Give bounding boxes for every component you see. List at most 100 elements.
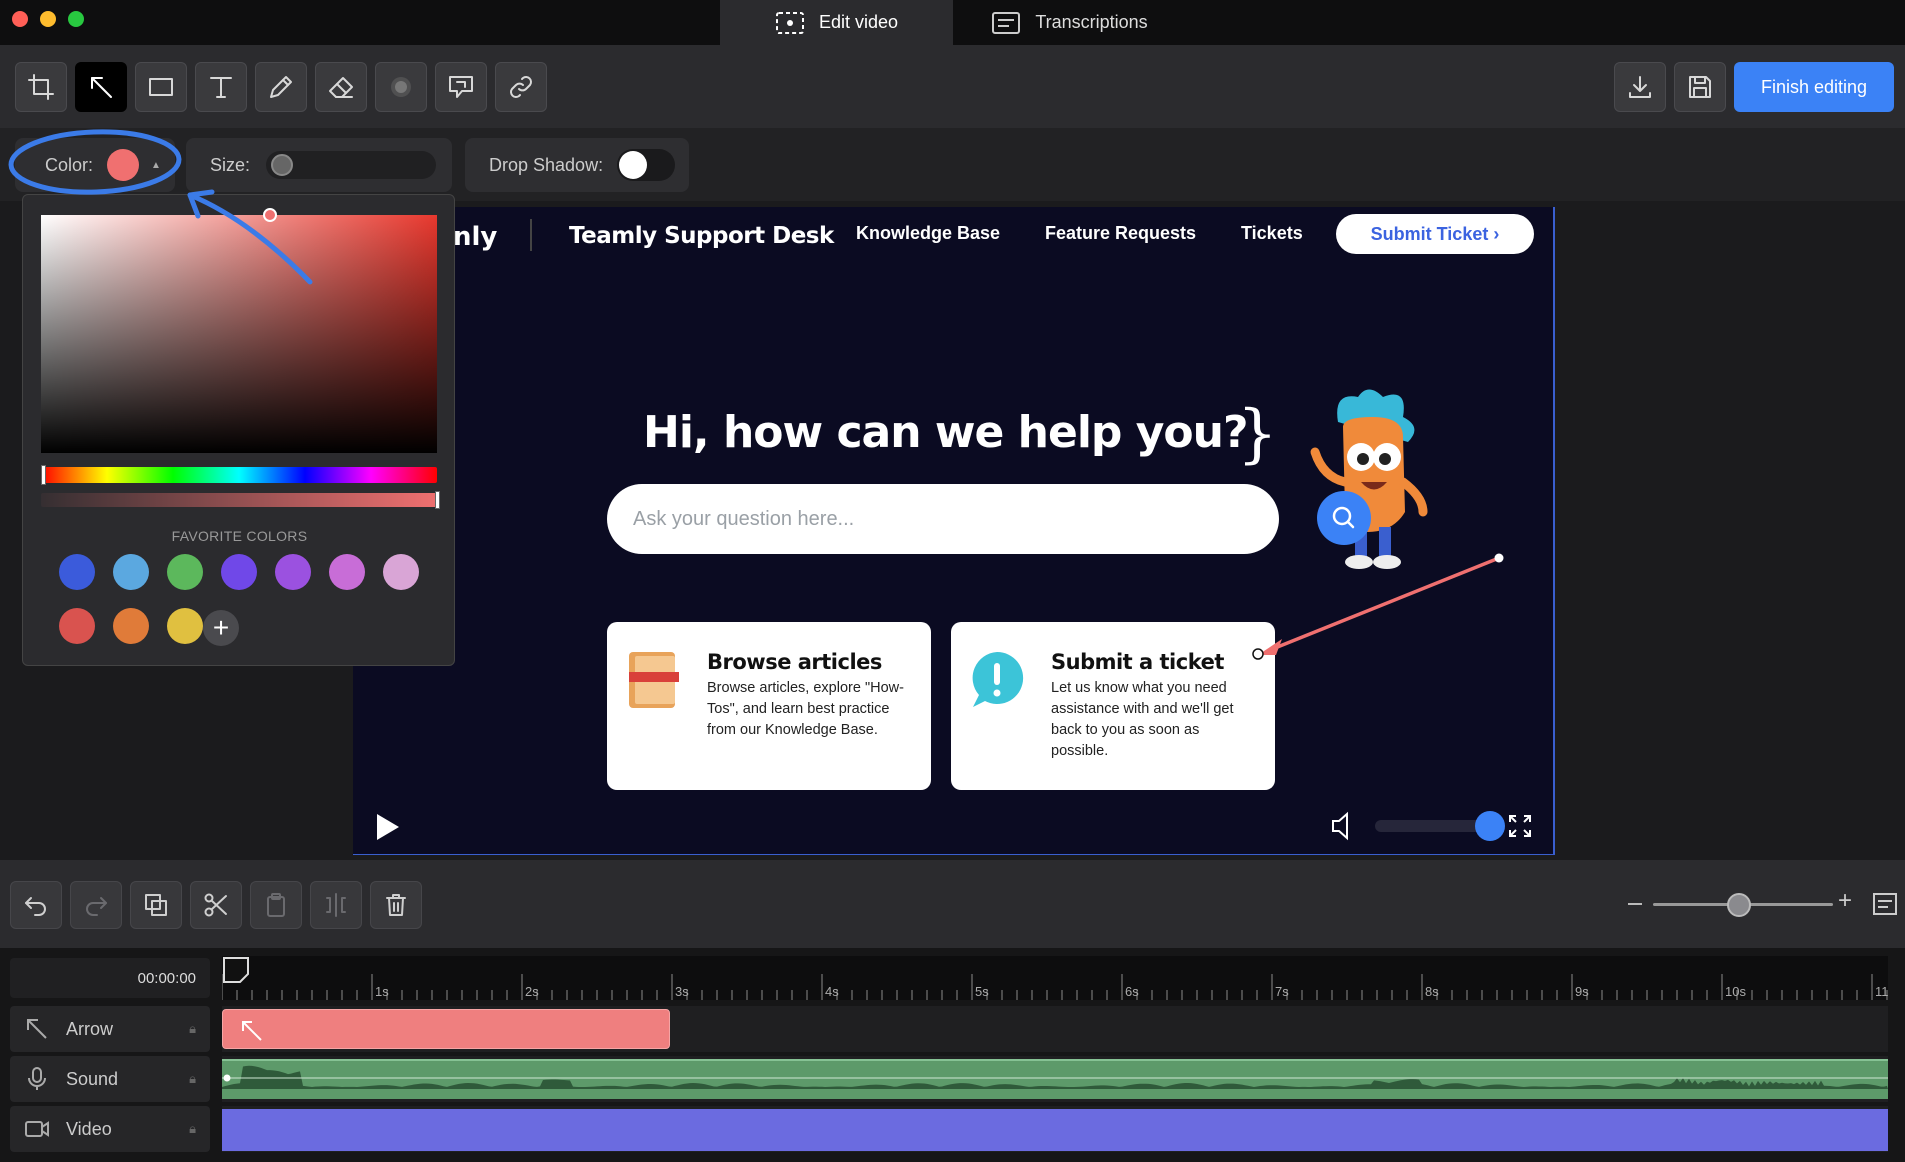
lock-icon[interactable]: 🔒︎ bbox=[189, 1021, 196, 1037]
eraser-tool-button[interactable] bbox=[315, 62, 367, 112]
size-slider[interactable] bbox=[266, 151, 437, 179]
card-text: Browse articles, explore "How-Tos", and … bbox=[707, 680, 904, 738]
duplicate-button[interactable] bbox=[130, 881, 182, 929]
undo-button[interactable] bbox=[10, 881, 62, 929]
zoom-out-button[interactable] bbox=[1628, 903, 1642, 905]
playhead[interactable] bbox=[222, 956, 252, 984]
properties-bar: Color: ▲ Size: Drop Shadow: bbox=[0, 128, 1905, 201]
nav-feature-requests[interactable]: Feature Requests bbox=[1045, 223, 1196, 244]
arrow-clip[interactable] bbox=[222, 1009, 670, 1049]
color-picker-popup: FAVORITE COLORS + bbox=[22, 194, 455, 666]
browse-articles-card[interactable]: Browse articles Browse articles, explore… bbox=[607, 622, 931, 790]
rectangle-icon bbox=[149, 78, 173, 96]
hue-slider-handle[interactable] bbox=[41, 465, 46, 485]
lock-icon[interactable]: 🔒︎ bbox=[189, 1071, 196, 1087]
callout-tool-button[interactable] bbox=[435, 62, 487, 112]
favorite-color-swatch[interactable] bbox=[383, 554, 419, 590]
volume-icon[interactable] bbox=[1329, 811, 1357, 841]
saturation-value-picker[interactable] bbox=[41, 215, 437, 453]
arrow-icon bbox=[242, 1021, 262, 1041]
arrow-icon bbox=[91, 77, 112, 98]
submit-ticket-card[interactable]: Submit a ticket Let us know what you nee… bbox=[951, 622, 1275, 790]
search-input[interactable] bbox=[631, 484, 1191, 554]
track-header-sound[interactable]: Sound 🔒︎ bbox=[10, 1056, 210, 1102]
favorite-color-swatch[interactable] bbox=[167, 554, 203, 590]
color-swatch[interactable] bbox=[107, 149, 140, 181]
text-tool-button[interactable] bbox=[195, 62, 247, 112]
opacity-slider-handle[interactable] bbox=[435, 491, 440, 509]
card-title: Submit a ticket bbox=[1051, 650, 1224, 674]
favorite-color-swatch[interactable] bbox=[221, 554, 257, 590]
ruler-tick-label: 8s bbox=[1425, 984, 1439, 999]
search-button[interactable] bbox=[1317, 491, 1371, 545]
arrow-tool-button[interactable] bbox=[75, 62, 127, 112]
track-lane-arrow bbox=[222, 1006, 1888, 1052]
audio-waveform bbox=[222, 1065, 1888, 1089]
timeline-zoom-thumb[interactable] bbox=[1727, 893, 1752, 917]
ruler-tick-label: 10s bbox=[1725, 984, 1746, 999]
brand-title: Teamly Support Desk bbox=[569, 223, 834, 249]
crop-tool-button[interactable] bbox=[15, 62, 67, 112]
time-ruler[interactable]: 1s 2s 3s 4s 5s 6s 7s 8s 9s 10s 11 bbox=[222, 956, 1888, 1000]
tab-transcriptions[interactable]: Transcriptions bbox=[953, 0, 1186, 45]
fullscreen-icon[interactable] bbox=[1507, 813, 1533, 839]
volume-slider-thumb[interactable] bbox=[1475, 811, 1505, 841]
hue-slider[interactable] bbox=[41, 467, 437, 483]
favorite-color-swatch[interactable] bbox=[113, 554, 149, 590]
size-control: Size: bbox=[186, 138, 452, 192]
nav-knowledge-base[interactable]: Knowledge Base bbox=[856, 223, 1000, 244]
play-button[interactable] bbox=[371, 811, 403, 843]
tab-edit-video[interactable]: Edit video bbox=[720, 0, 953, 45]
arrow-annotation[interactable] bbox=[1240, 545, 1510, 665]
blur-tool-button[interactable] bbox=[375, 62, 427, 112]
close-window-button[interactable] bbox=[12, 11, 28, 27]
favorite-color-swatch[interactable] bbox=[275, 554, 311, 590]
save-button[interactable] bbox=[1674, 62, 1726, 112]
maximize-window-button[interactable] bbox=[68, 11, 84, 27]
arrow-handle-end[interactable] bbox=[1252, 648, 1264, 660]
chevron-up-icon[interactable]: ▲ bbox=[151, 160, 161, 171]
zoom-in-button[interactable]: + bbox=[1838, 887, 1852, 915]
rectangle-tool-button[interactable] bbox=[135, 62, 187, 112]
volume-slider[interactable] bbox=[1375, 820, 1491, 832]
redo-button[interactable] bbox=[70, 881, 122, 929]
link-tool-button[interactable] bbox=[495, 62, 547, 112]
minimize-window-button[interactable] bbox=[40, 11, 56, 27]
split-button[interactable] bbox=[310, 881, 362, 929]
delete-button[interactable] bbox=[370, 881, 422, 929]
paste-button[interactable] bbox=[250, 881, 302, 929]
save-icon bbox=[1689, 76, 1711, 98]
ruler-tick-label: 9s bbox=[1575, 984, 1589, 999]
download-button[interactable] bbox=[1614, 62, 1666, 112]
sound-clip[interactable] bbox=[222, 1059, 1888, 1099]
hero-headline: Hi, how can we help you? bbox=[643, 407, 1249, 458]
size-slider-thumb[interactable] bbox=[271, 154, 294, 176]
favorite-color-swatch[interactable] bbox=[167, 608, 203, 644]
video-clip[interactable] bbox=[222, 1109, 1888, 1151]
favorite-color-swatch[interactable] bbox=[329, 554, 365, 590]
nav-tickets[interactable]: Tickets bbox=[1241, 223, 1303, 244]
lock-icon[interactable]: 🔒︎ bbox=[189, 1121, 196, 1137]
pen-tool-button[interactable] bbox=[255, 62, 307, 112]
duplicate-icon bbox=[145, 894, 167, 916]
arrow-handle-start[interactable] bbox=[1494, 553, 1504, 563]
redo-icon bbox=[86, 897, 107, 916]
track-header-arrow[interactable]: Arrow 🔒︎ bbox=[10, 1006, 210, 1052]
finish-editing-button[interactable]: Finish editing bbox=[1734, 62, 1894, 112]
favorite-color-swatch[interactable] bbox=[113, 608, 149, 644]
track-header-video[interactable]: Video 🔒︎ bbox=[10, 1106, 210, 1152]
cut-button[interactable] bbox=[190, 881, 242, 929]
saturation-picker-handle[interactable] bbox=[263, 208, 277, 222]
fit-timeline-icon[interactable] bbox=[1872, 892, 1898, 916]
color-control[interactable]: Color: ▲ bbox=[15, 138, 175, 192]
video-preview[interactable]: nly Teamly Support Desk Knowledge Base F… bbox=[353, 207, 1555, 855]
size-label: Size: bbox=[210, 154, 251, 175]
opacity-slider[interactable] bbox=[41, 493, 437, 507]
ruler-tick-label: 11 bbox=[1875, 984, 1888, 999]
favorite-color-swatch[interactable] bbox=[59, 608, 95, 644]
favorite-color-swatch[interactable] bbox=[59, 554, 95, 590]
add-color-button[interactable]: + bbox=[203, 610, 239, 646]
drop-shadow-toggle[interactable] bbox=[617, 149, 676, 181]
screen-record-icon bbox=[775, 11, 804, 34]
submit-ticket-button[interactable]: Submit Ticket › bbox=[1336, 214, 1534, 254]
